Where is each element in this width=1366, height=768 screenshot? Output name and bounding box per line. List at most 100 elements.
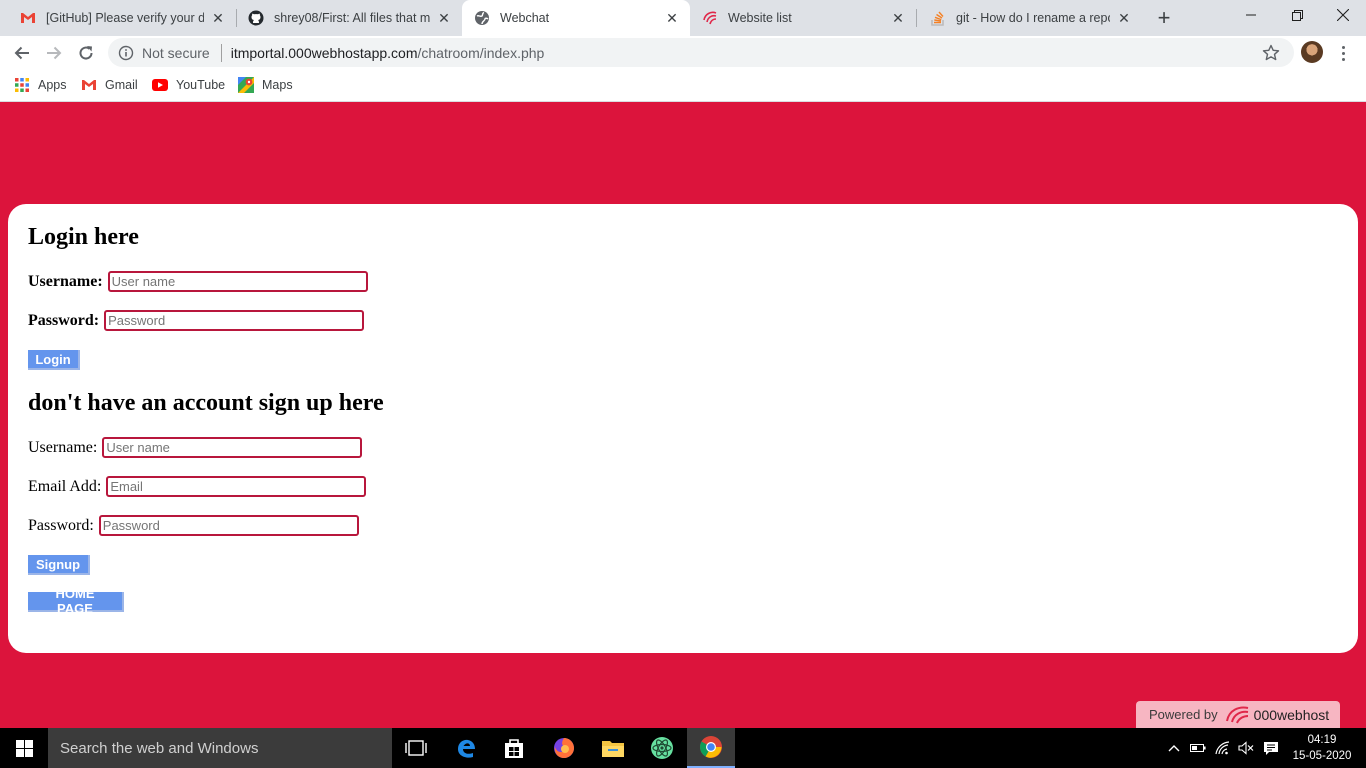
edge-icon xyxy=(458,739,475,758)
tab-github-verify[interactable]: [GitHub] Please verify your dev ✕ xyxy=(8,0,236,36)
tab-title: git - How do I rename a reposi xyxy=(956,11,1110,25)
wifi-icon xyxy=(1215,741,1230,755)
info-icon[interactable] xyxy=(118,45,134,61)
taskbar-firefox[interactable] xyxy=(540,728,588,768)
signup-button[interactable]: Signup xyxy=(28,555,90,575)
login-username-label: Username: xyxy=(28,272,103,290)
taskbar-chrome[interactable] xyxy=(687,728,735,768)
windows-logo-icon xyxy=(15,739,33,757)
globe-icon xyxy=(474,10,490,26)
clock-time: 04:19 xyxy=(1307,734,1337,746)
signup-username-label: Username: xyxy=(28,438,98,456)
stackoverflow-icon xyxy=(930,10,946,26)
tray-overflow-button[interactable] xyxy=(1164,728,1184,768)
tab-title: Webchat xyxy=(500,11,550,25)
bookmark-youtube[interactable]: YouTube xyxy=(152,76,225,94)
atom-icon xyxy=(651,737,673,759)
taskbar-search-placeholder: Search the web and Windows xyxy=(60,739,259,757)
store-icon xyxy=(505,739,523,758)
login-button[interactable]: Login xyxy=(28,350,80,370)
tray-battery[interactable] xyxy=(1188,728,1208,768)
task-view-button[interactable] xyxy=(392,728,440,768)
login-password-row: Password: xyxy=(28,310,365,331)
tray-network[interactable] xyxy=(1212,728,1234,768)
gmail-icon xyxy=(81,77,97,93)
tray-volume[interactable] xyxy=(1236,728,1256,768)
signup-email-row: Email Add: xyxy=(28,476,367,497)
bookmark-label: Gmail xyxy=(105,78,138,92)
signup-password-row: Password: xyxy=(28,515,359,536)
tab-website-list[interactable]: Website list ✕ xyxy=(690,0,916,36)
tab-webchat[interactable]: Webchat ✕ xyxy=(462,0,690,36)
tab-stackoverflow[interactable]: git - How do I rename a reposi ✕ xyxy=(918,0,1142,36)
bookmark-label: Apps xyxy=(38,78,67,92)
task-view-icon xyxy=(405,740,427,756)
tab-close-icon[interactable]: ✕ xyxy=(664,10,680,26)
taskbar-search-box[interactable]: Search the web and Windows xyxy=(48,728,392,768)
powered-by-brand: 000webhost xyxy=(1253,706,1330,723)
signup-password-input[interactable] xyxy=(98,515,359,536)
signup-heading: don't have an account sign up here xyxy=(28,390,384,416)
tab-close-icon[interactable]: ✕ xyxy=(890,10,906,26)
url-path: /chatroom/index.php xyxy=(417,44,545,61)
tab-title: [GitHub] Please verify your dev xyxy=(46,11,204,25)
reload-button[interactable] xyxy=(72,39,100,67)
home-page-button[interactable]: HOME PAGE xyxy=(28,586,124,616)
forward-button[interactable] xyxy=(40,39,68,67)
firefox-icon xyxy=(554,738,574,758)
signup-email-label: Email Add: xyxy=(28,477,102,495)
taskbar-file-explorer[interactable] xyxy=(589,728,637,768)
windows-taskbar: Search the web and Windows 04:19 15-05-2… xyxy=(0,728,1366,768)
login-heading: Login here xyxy=(28,224,139,250)
chevron-up-icon xyxy=(1168,745,1180,752)
new-tab-button[interactable]: + xyxy=(1152,5,1176,30)
signup-username-input[interactable] xyxy=(102,437,363,458)
login-username-row: Username: xyxy=(28,271,368,292)
battery-icon xyxy=(1190,744,1206,752)
bookmark-gmail[interactable]: Gmail xyxy=(81,76,138,94)
action-center-icon xyxy=(1264,741,1278,755)
folder-icon xyxy=(602,741,624,757)
taskbar-atom[interactable] xyxy=(638,728,686,768)
system-clock[interactable]: 04:19 15-05-2020 xyxy=(1286,732,1358,764)
taskbar-store[interactable] xyxy=(490,728,538,768)
bookmark-apps[interactable]: Apps xyxy=(14,76,67,94)
profile-avatar[interactable] xyxy=(1301,41,1323,63)
bookmark-label: YouTube xyxy=(176,78,226,92)
login-password-input[interactable] xyxy=(104,310,365,331)
taskbar-edge[interactable] xyxy=(442,728,490,768)
login-username-input[interactable] xyxy=(107,271,368,292)
url-text: itmportal.000webhostapp.com/chatroom/ind… xyxy=(231,45,545,61)
chrome-menu-button[interactable] xyxy=(1336,42,1350,64)
clock-date: 15-05-2020 xyxy=(1292,750,1352,762)
tab-github-repo[interactable]: shrey08/First: All files that mad ✕ xyxy=(236,0,462,36)
tab-title: Website list xyxy=(728,11,792,25)
youtube-icon xyxy=(152,77,168,93)
back-button[interactable] xyxy=(8,39,36,67)
tab-close-icon[interactable]: ✕ xyxy=(436,10,452,26)
tab-close-icon[interactable]: ✕ xyxy=(1116,10,1132,26)
tray-notifications[interactable] xyxy=(1260,728,1282,768)
bookmark-label: Maps xyxy=(262,78,293,92)
login-password-label: Password: xyxy=(28,311,100,329)
powered-by-badge[interactable]: Powered by 000webhost xyxy=(1136,701,1340,728)
tab-close-icon[interactable]: ✕ xyxy=(210,10,226,26)
maps-icon xyxy=(238,77,254,93)
tab-strip: [GitHub] Please verify your dev ✕ shrey0… xyxy=(0,0,1366,36)
bookmark-maps[interactable]: Maps xyxy=(238,76,293,94)
minimize-button[interactable] xyxy=(1228,0,1274,30)
restore-button[interactable] xyxy=(1274,0,1320,30)
chrome-icon xyxy=(700,736,722,758)
form-card: Login here Username: Password: Login don… xyxy=(8,204,1358,653)
page-viewport: Login here Username: Password: Login don… xyxy=(0,103,1366,728)
powered-by-prefix: Powered by xyxy=(1149,707,1218,722)
000webhost-icon xyxy=(702,10,718,26)
address-bar[interactable]: Not secure itmportal.000webhostapp.com/c… xyxy=(108,38,1294,67)
start-button[interactable] xyxy=(0,728,48,768)
bookmark-star-icon[interactable] xyxy=(1262,44,1280,62)
back-arrow-icon xyxy=(14,46,29,60)
signup-password-label: Password: xyxy=(28,516,94,534)
url-host: itmportal.000webhostapp.com xyxy=(230,44,418,61)
close-window-button[interactable] xyxy=(1320,0,1366,30)
signup-email-input[interactable] xyxy=(106,476,367,497)
